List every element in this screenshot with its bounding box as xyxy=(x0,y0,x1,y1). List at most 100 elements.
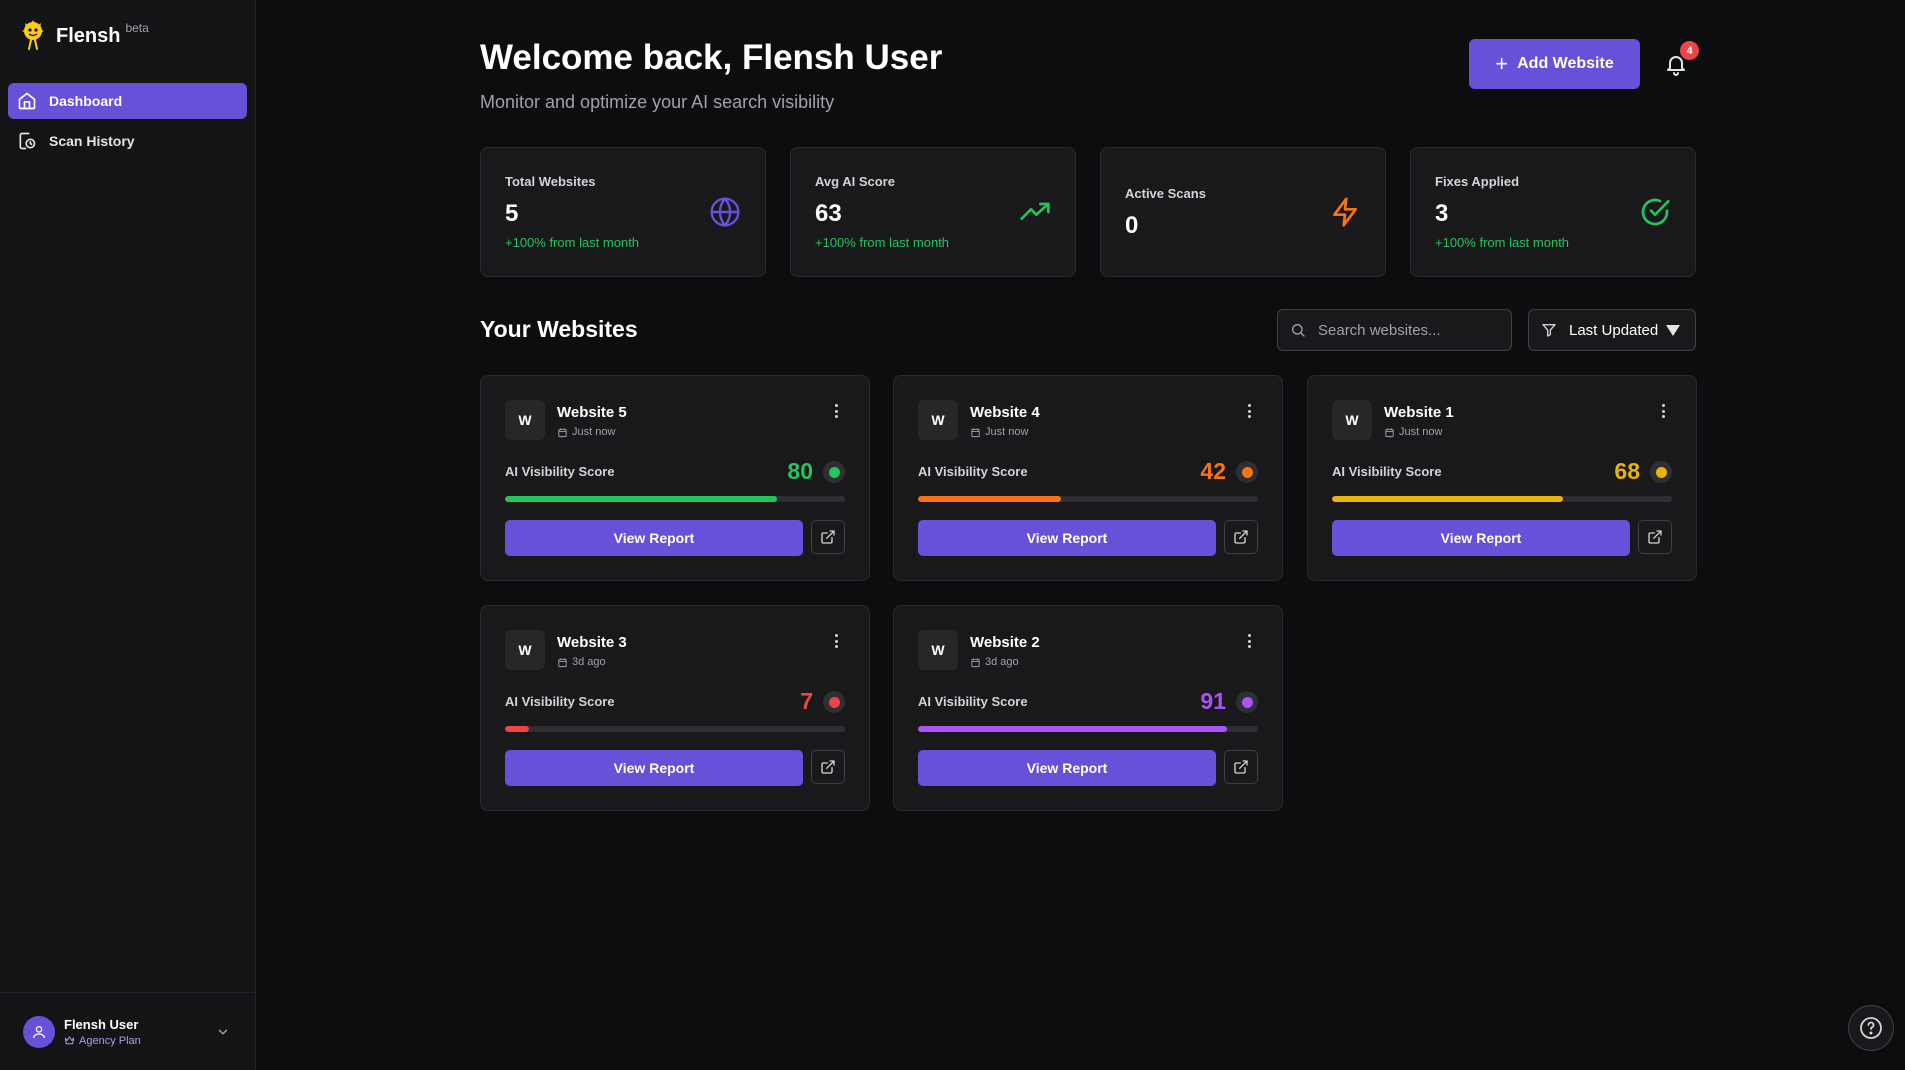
calendar-icon xyxy=(1385,427,1394,437)
calendar-icon xyxy=(558,657,567,667)
site-updated: 3d ago xyxy=(970,656,1019,668)
stat-value: 63 xyxy=(815,200,842,227)
status-dot-icon xyxy=(1241,466,1253,478)
score-status-indicator xyxy=(823,691,845,713)
sidebar: Flensh beta Dashboard Scan History Flens… xyxy=(0,0,256,1070)
site-name[interactable]: Website 2 xyxy=(970,634,1040,651)
caret-down-icon xyxy=(1666,324,1681,336)
more-options-icon[interactable] xyxy=(1248,634,1252,650)
site-name[interactable]: Website 5 xyxy=(557,404,627,421)
user-name: Flensh User xyxy=(64,1016,139,1032)
score-value: 68 xyxy=(1614,458,1640,484)
website-card: W Website 1 Just now AI Visibility Score 68 V… xyxy=(1307,375,1697,581)
external-link-icon xyxy=(821,760,835,774)
open-external-button[interactable] xyxy=(811,750,845,784)
score-label: AI Visibility Score xyxy=(918,464,1028,479)
score-value: 91 xyxy=(1200,688,1226,714)
history-icon xyxy=(19,132,36,150)
more-options-icon[interactable] xyxy=(1662,404,1666,420)
score-status-indicator xyxy=(1236,461,1258,483)
lightning-icon xyxy=(1333,197,1357,227)
stat-card-active-scans: Active Scans 0 xyxy=(1100,147,1386,277)
score-progress-bar xyxy=(918,726,1258,732)
stat-change: +100% from last month xyxy=(505,235,640,250)
stat-card-fixes-applied: Fixes Applied 3 +100% from last month xyxy=(1410,147,1696,277)
site-updated: Just now xyxy=(557,426,615,438)
score-progress-fill xyxy=(918,496,1061,502)
site-name[interactable]: Website 3 xyxy=(557,634,627,651)
external-link-icon xyxy=(1234,530,1248,544)
user-menu[interactable]: Flensh User Agency Plan xyxy=(0,992,256,1070)
score-label: AI Visibility Score xyxy=(1332,464,1442,479)
sidebar-item-dashboard[interactable]: Dashboard xyxy=(8,83,247,119)
sort-dropdown[interactable]: Last Updated xyxy=(1528,309,1696,351)
check-circle-icon xyxy=(1641,198,1670,226)
score-value: 80 xyxy=(787,458,813,484)
user-plan: Agency Plan xyxy=(64,1035,141,1047)
site-updated-label: Just now xyxy=(985,426,1029,438)
score-progress-bar xyxy=(505,496,845,502)
websites-section-title: Your Websites xyxy=(480,316,638,342)
website-card: W Website 5 Just now AI Visibility Score 80 V… xyxy=(480,375,870,581)
website-card: W Website 3 3d ago AI Visibility Score 7 View… xyxy=(480,605,870,811)
user-icon xyxy=(33,1025,45,1038)
score-value: 42 xyxy=(1200,458,1226,484)
site-name[interactable]: Website 1 xyxy=(1384,404,1454,421)
site-updated-label: 3d ago xyxy=(572,656,606,668)
sidebar-item-scan-history[interactable]: Scan History xyxy=(8,123,247,159)
score-status-indicator xyxy=(1236,691,1258,713)
view-report-button[interactable]: View Report xyxy=(918,750,1216,786)
search-input[interactable] xyxy=(1318,321,1498,339)
score-progress-fill xyxy=(505,496,777,502)
stat-card-avg-ai-score: Avg AI Score 63 +100% from last month xyxy=(790,147,1076,277)
add-website-button[interactable]: + Add Website xyxy=(1469,39,1640,89)
open-external-button[interactable] xyxy=(1224,520,1258,554)
open-external-button[interactable] xyxy=(1638,520,1672,554)
trending-up-icon xyxy=(1020,202,1050,220)
brand-name: Flensh xyxy=(56,25,121,47)
page-title: Welcome back, Flensh User xyxy=(480,38,943,77)
open-external-button[interactable] xyxy=(1224,750,1258,784)
score-label: AI Visibility Score xyxy=(918,694,1028,709)
external-link-icon xyxy=(1648,530,1662,544)
view-report-button[interactable]: View Report xyxy=(1332,520,1630,556)
score-progress-bar xyxy=(1332,496,1672,502)
sidebar-nav: Dashboard Scan History xyxy=(8,83,247,163)
website-card: W Website 2 3d ago AI Visibility Score 91 Vie… xyxy=(893,605,1283,811)
calendar-icon xyxy=(971,657,980,667)
site-updated-label: Just now xyxy=(1399,426,1443,438)
more-options-icon[interactable] xyxy=(835,404,839,420)
score-progress-fill xyxy=(918,726,1228,732)
search-box[interactable] xyxy=(1277,309,1512,351)
help-button[interactable] xyxy=(1848,1005,1894,1051)
site-updated: Just now xyxy=(1384,426,1442,438)
score-progress-bar xyxy=(505,726,845,732)
page-subtitle: Monitor and optimize your AI search visi… xyxy=(480,92,835,112)
score-progress-fill xyxy=(1332,496,1564,502)
home-icon xyxy=(18,92,36,110)
chevron-down-icon xyxy=(218,1029,228,1035)
view-report-button[interactable]: View Report xyxy=(505,750,803,786)
view-report-button[interactable]: View Report xyxy=(505,520,803,556)
more-options-icon[interactable] xyxy=(1248,404,1252,420)
score-progress-bar xyxy=(918,496,1258,502)
crown-icon xyxy=(64,1036,75,1045)
view-report-button[interactable]: View Report xyxy=(918,520,1216,556)
brand[interactable]: Flensh beta xyxy=(18,18,149,52)
flensh-logo-icon xyxy=(22,20,44,50)
sort-label: Last Updated xyxy=(1569,321,1659,339)
site-avatar: W xyxy=(918,630,958,670)
website-card: W Website 4 Just now AI Visibility Score 42 V… xyxy=(893,375,1283,581)
user-plan-label: Agency Plan xyxy=(79,1034,141,1047)
score-value: 7 xyxy=(800,688,813,714)
more-options-icon[interactable] xyxy=(835,634,839,650)
beta-badge: beta xyxy=(125,21,149,35)
site-name[interactable]: Website 4 xyxy=(970,404,1040,421)
open-external-button[interactable] xyxy=(811,520,845,554)
filter-icon xyxy=(1542,324,1556,337)
stat-label: Fixes Applied xyxy=(1435,174,1520,189)
stat-label: Active Scans xyxy=(1125,186,1206,201)
stat-change: +100% from last month xyxy=(1435,235,1570,250)
notification-badge: 4 xyxy=(1680,41,1699,60)
stat-label: Total Websites xyxy=(505,174,596,189)
